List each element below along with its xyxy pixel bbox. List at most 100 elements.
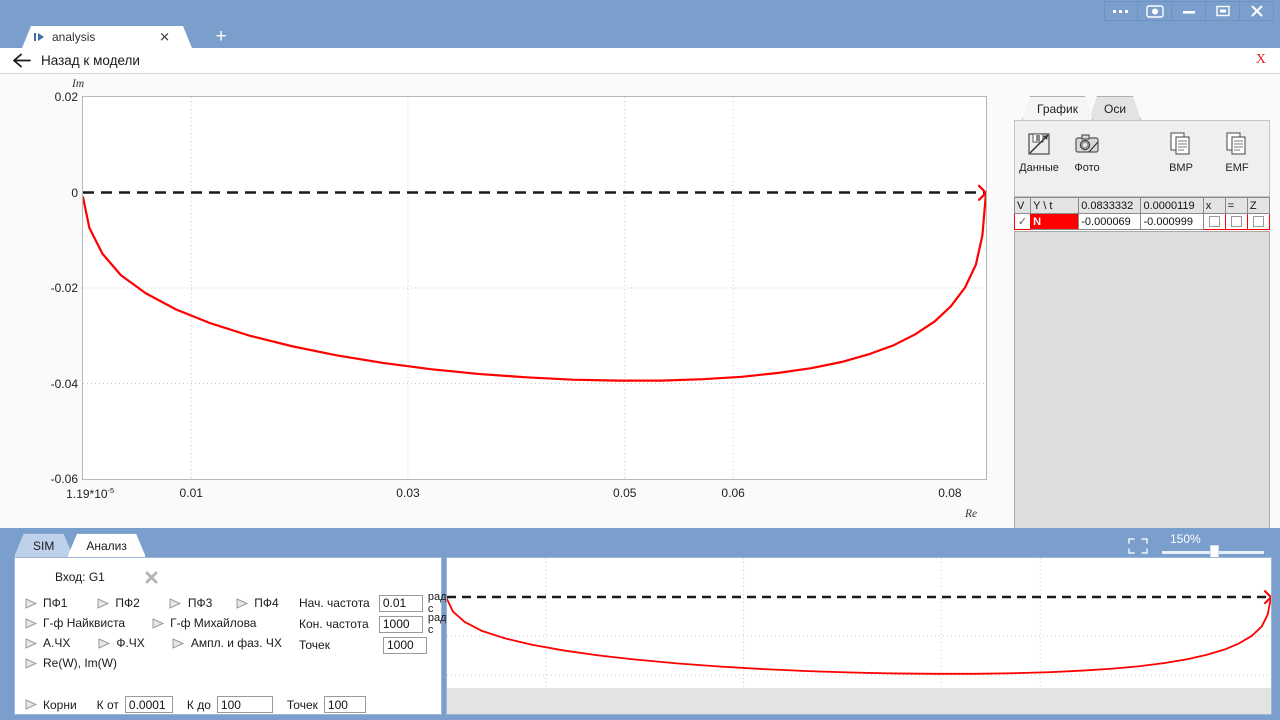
x-tick-label: 0.06: [721, 486, 745, 500]
window-controls: [1104, 1, 1274, 21]
chart-plot-area[interactable]: [82, 96, 987, 480]
tab-grafik[interactable]: График: [1022, 96, 1093, 120]
action-row-3: А.ЧХ Ф.ЧХ Ампл. и фаз. ЧХ: [21, 633, 289, 653]
chart-x-ticks: 1.19*10-5 0.01 0.03 0.05 0.06 0.08: [66, 484, 987, 508]
record-button[interactable]: [1138, 1, 1172, 21]
play-icon: [21, 597, 41, 609]
y-tick-label: 0: [71, 185, 78, 200]
close-button[interactable]: [1240, 1, 1274, 21]
document-copy-icon: [1225, 127, 1249, 161]
close-analysis-button[interactable]: X: [1256, 52, 1266, 68]
action-nyquist[interactable]: Г-ф Найквиста: [21, 616, 125, 630]
action-re-im[interactable]: Re(W), Im(W): [21, 656, 117, 670]
chart-y-axis-label: Im: [72, 78, 85, 90]
nyquist-chart: Im 0.02 0 -0.02 -0.04 -0.06 1.19*10-5 0.01 0.0…: [0, 74, 1008, 528]
action-fchh[interactable]: Ф.ЧХ: [94, 636, 145, 650]
series-table: V Y \ t 0.0833332 0.0000119 x = Z ✓ N -0…: [1013, 197, 1271, 230]
tab-osi[interactable]: Оси: [1089, 96, 1141, 120]
export-data-button[interactable]: Данные: [1015, 127, 1063, 174]
k-to-input[interactable]: [216, 696, 273, 713]
export-emf-label: EMF: [1225, 162, 1249, 174]
tab-sim[interactable]: SIM: [14, 533, 73, 557]
back-arrow-icon[interactable]: [12, 53, 31, 68]
k-to-label: К до: [186, 697, 211, 712]
series-list-area[interactable]: [1014, 231, 1270, 557]
tab-label: analysis: [52, 30, 96, 44]
action-pf2[interactable]: ПФ2: [93, 596, 140, 610]
action-re-im-label: Re(W), Im(W): [43, 656, 117, 670]
fit-to-screen-icon[interactable]: [1128, 538, 1148, 559]
action-mikhailov[interactable]: Г-ф Михайлова: [148, 616, 256, 630]
row-visible-checkbox[interactable]: ✓: [1013, 213, 1032, 230]
col-yt: Y \ t: [1030, 197, 1080, 214]
export-bmp-label: BMP: [1169, 162, 1193, 174]
action-fchh-label: Ф.ЧХ: [116, 636, 145, 650]
new-tab-button[interactable]: +: [208, 27, 234, 47]
analysis-actions: ПФ1 ПФ2 ПФ3 ПФ4 Г-ф Найквиста Г-ф Михайл…: [21, 593, 289, 673]
roots-row: Корни К от К до Точек: [21, 696, 366, 713]
export-data-label: Данные: [1019, 162, 1059, 174]
points-row: Точек: [299, 635, 454, 655]
start-frequency-label: Нач. частота: [299, 596, 370, 610]
x-tick-label: 1.19*10-5: [66, 486, 115, 501]
table-row[interactable]: ✓ N -0.000069 -0.000999: [1013, 213, 1271, 230]
table-header-row: V Y \ t 0.0833332 0.0000119 x = Z: [1013, 197, 1271, 214]
delete-icon[interactable]: [145, 571, 158, 584]
application-window: analysis ✕ + Назад к модели X Im 0.02 0 -0…: [0, 0, 1280, 720]
chart-y-ticks: 0.02 0 -0.02 -0.04 -0.06: [0, 90, 78, 486]
export-photo-button[interactable]: Фото: [1063, 127, 1111, 174]
camera-icon: [1075, 127, 1099, 161]
y-tick-label: -0.06: [50, 472, 78, 486]
row-eq-checkbox[interactable]: [1224, 213, 1248, 230]
row-value-1: -0.000069: [1078, 213, 1142, 230]
action-pf1[interactable]: ПФ1: [21, 596, 67, 610]
analysis-panel: Вход: G1 ПФ1 ПФ2 ПФ3 ПФ4 Г-ф Найквиста Г…: [14, 557, 450, 715]
back-to-model-label[interactable]: Назад к модели: [41, 53, 140, 68]
points-input[interactable]: [383, 636, 427, 654]
start-frequency-input[interactable]: [378, 594, 423, 612]
tab-strip: analysis ✕ +: [0, 22, 1280, 48]
row-x-checkbox[interactable]: [1202, 213, 1226, 230]
more-options-button[interactable]: [1104, 1, 1138, 21]
k-from-label: К от: [96, 697, 119, 712]
play-icon: [232, 597, 252, 609]
tab-close-icon[interactable]: ✕: [159, 31, 170, 44]
x-tick-label: 0.05: [613, 486, 637, 500]
play-icon: [21, 637, 41, 649]
col-x: x: [1202, 197, 1226, 214]
action-ampl-phase[interactable]: Ампл. и фаз. ЧХ: [169, 636, 282, 650]
export-bmp-button[interactable]: BMP: [1157, 127, 1205, 174]
chart-preview[interactable]: [446, 557, 1272, 715]
end-frequency-input[interactable]: [378, 615, 423, 633]
x-tick-label: 0.08: [938, 486, 962, 500]
start-frequency-row: Нач. частота рад/с: [299, 591, 454, 615]
action-pf3[interactable]: ПФ3: [166, 596, 212, 610]
maximize-button[interactable]: [1206, 1, 1240, 21]
action-roots[interactable]: Корни: [21, 698, 77, 712]
action-pf4[interactable]: ПФ4: [232, 596, 279, 610]
export-photo-label: Фото: [1074, 162, 1100, 174]
minimize-button[interactable]: [1172, 1, 1206, 21]
play-icon: [21, 699, 41, 710]
properties-tab-bar: График Оси: [1022, 96, 1137, 120]
checkmark-icon: ✓: [1017, 215, 1028, 228]
action-row-1: ПФ1 ПФ2 ПФ3 ПФ4: [21, 593, 289, 613]
roots-points-input[interactable]: [323, 696, 366, 713]
play-icon: [34, 32, 45, 42]
roots-points-label: Точек: [286, 697, 318, 712]
col-value1: 0.0833332: [1078, 197, 1142, 214]
preview-footer: [447, 688, 1271, 714]
play-icon: [21, 657, 41, 669]
export-emf-button[interactable]: EMF: [1213, 127, 1261, 174]
action-achh[interactable]: А.ЧХ: [21, 636, 70, 650]
k-from-input[interactable]: [124, 696, 173, 713]
dock-tab-bar: SIM Анализ: [14, 533, 140, 557]
tab-analysis[interactable]: analysis ✕: [22, 26, 192, 48]
tab-analiz[interactable]: Анализ: [67, 533, 146, 557]
action-pf4-label: ПФ4: [254, 596, 279, 610]
col-value2: 0.0000119: [1140, 197, 1204, 214]
row-z-checkbox[interactable]: [1246, 213, 1271, 230]
y-tick-label: -0.02: [50, 281, 78, 295]
action-roots-label: Корни: [43, 697, 77, 712]
play-icon: [169, 637, 189, 649]
